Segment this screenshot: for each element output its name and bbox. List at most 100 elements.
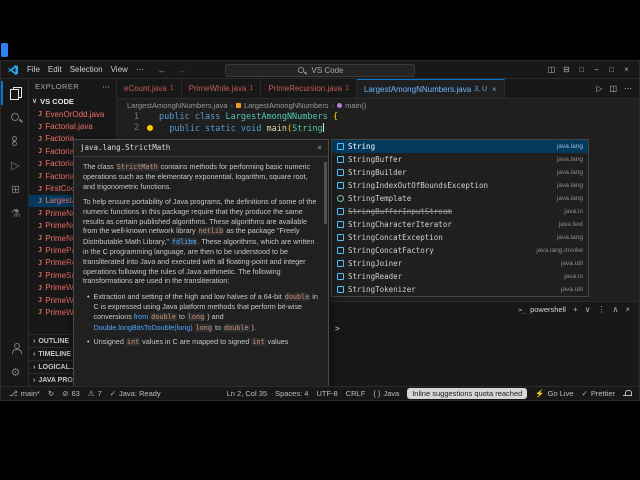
doc-link[interactable]: fdlibm	[170, 237, 198, 246]
search-icon	[298, 66, 306, 74]
section-label: TIMELINE	[38, 350, 72, 358]
suggest-label: StringBufferInputStream	[348, 207, 452, 216]
menu-item[interactable]: Edit	[44, 65, 66, 74]
status-item[interactable]: ⎇ main*	[5, 389, 44, 398]
status-item[interactable]: ⚡ Go Live	[531, 389, 577, 398]
suggest-item[interactable]: StringJoiner java.util	[332, 257, 588, 270]
suggest-detail: java.lang	[556, 195, 583, 202]
breadcrumb-item[interactable]: main()	[345, 101, 366, 110]
status-item[interactable]: Inline suggestions quota reached	[407, 388, 528, 399]
breadcrumb-item[interactable]: LargestAmongNNumbers.java	[127, 101, 227, 110]
java-file-icon: J	[38, 246, 43, 255]
tab-problems-badge: 3, U	[474, 85, 488, 93]
toggle-sidebar-icon[interactable]: ◫	[544, 65, 559, 74]
popup-scrollbar[interactable]	[324, 162, 327, 224]
status-item[interactable]: Spaces: 4	[271, 389, 312, 398]
close-icon[interactable]: ×	[317, 143, 322, 153]
suggest-item[interactable]: StringIndexOutOfBoundsException java.lang	[332, 179, 588, 192]
file-item[interactable]: J Factorial.java	[29, 120, 116, 132]
code-token: public static void	[159, 124, 267, 134]
menu-item[interactable]: ⋯	[132, 65, 148, 74]
status-item[interactable]	[619, 389, 635, 398]
chevron-up-icon[interactable]: ∧	[612, 305, 618, 314]
suggest-item[interactable]: StringConcatFactory java.lang.invoke	[332, 244, 588, 257]
run-icon[interactable]: ▷	[596, 84, 602, 93]
menu-item[interactable]: View	[107, 65, 132, 74]
status-item[interactable]: ⚠ 7	[84, 389, 106, 398]
tab[interactable]: PrimeRecursion.java 1	[261, 79, 358, 98]
nav-back-icon[interactable]: ←	[156, 65, 168, 75]
activity-item-account[interactable]	[1, 336, 28, 360]
status-label: Spaces: 4	[275, 389, 309, 398]
status-item[interactable]: ✓ Prettier	[578, 389, 619, 398]
suggest-item[interactable]: StringReader java.io	[332, 270, 588, 283]
bullet-marker: •	[87, 337, 90, 347]
code-editor[interactable]: 1 public class LargestAmongNNumbers {2 pu…	[117, 111, 639, 135]
suggest-item[interactable]: StringTemplate java.lang	[332, 192, 588, 205]
activity-item-testing[interactable]: ⚗	[1, 201, 28, 225]
inline-code: double	[223, 323, 250, 332]
doc-paragraph: The class StrictMath contains methods fo…	[83, 162, 319, 192]
doc-link[interactable]: Double.longBitsToDouble(long)	[94, 323, 193, 332]
breadcrumb-item[interactable]: LargestAmongNNumbers	[244, 101, 329, 110]
status-item[interactable]: UTF-8	[312, 389, 341, 398]
suggest-detail: java.text	[558, 221, 583, 228]
status-label: UTF-8	[316, 389, 338, 398]
activity-item-settings[interactable]: ⚙	[1, 360, 28, 384]
lightbulb-icon[interactable]	[147, 125, 153, 131]
status-item[interactable]: { } Java	[369, 389, 403, 398]
menu-item[interactable]: Selection	[66, 65, 107, 74]
command-center[interactable]: VS Code	[225, 63, 415, 77]
close-icon[interactable]: ×	[625, 305, 630, 314]
status-item[interactable]: CRLF	[342, 389, 370, 398]
activity-item-extensions[interactable]: ⊞	[1, 177, 28, 201]
tab[interactable]: LargestAmongNNumbers.java 3, U ×	[357, 79, 505, 98]
file-item[interactable]: J EvenOrOdd.java	[29, 108, 116, 120]
more-actions-icon[interactable]: ⋯	[624, 84, 632, 93]
kebab-icon[interactable]: ⋮	[597, 305, 605, 314]
bell-icon	[623, 389, 632, 398]
close-icon[interactable]: ×	[492, 85, 497, 94]
activity-item-search[interactable]	[1, 105, 28, 129]
menu-item[interactable]: File	[23, 65, 44, 74]
activity-item-explorer[interactable]	[1, 81, 28, 105]
suggest-item[interactable]: StringBufferInputStream java.io	[332, 205, 588, 218]
customize-layout-icon[interactable]: □	[574, 65, 589, 74]
file-name: PrimeNu	[45, 233, 77, 243]
suggest-item[interactable]: StringBuilder java.lang	[332, 166, 588, 179]
ok-icon: ✓	[109, 389, 116, 398]
status-item[interactable]: ⊘ 63	[58, 389, 84, 398]
suggest-detail: java.lang	[556, 169, 583, 176]
minimize-icon[interactable]: −	[589, 65, 604, 74]
nav-forward-icon[interactable]: →	[176, 65, 188, 75]
file-name: Factoria	[45, 159, 75, 169]
suggest-item[interactable]: String java.lang	[332, 140, 588, 153]
suggest-item[interactable]: StringCharacterIterator java.text	[332, 218, 588, 231]
activity-item-source-control[interactable]	[1, 129, 28, 153]
suggest-item[interactable]: StringTokenizer java.util	[332, 283, 588, 296]
status-item[interactable]: ↻	[44, 389, 58, 398]
more-actions-icon[interactable]: ⋯	[102, 82, 110, 91]
status-item[interactable]: Ln 2, Col 35	[223, 389, 271, 398]
folder-section-header[interactable]: ∨ VS CODE	[29, 94, 116, 108]
toggle-panel-icon[interactable]: ⊟	[559, 65, 574, 74]
chevron-down-icon[interactable]: ∨	[585, 305, 591, 314]
tab[interactable]: eCount.java 1	[117, 79, 182, 98]
status-bar-right: Ln 2, Col 35 Spaces: 4 UTF-8 CRLF{ } Java Inl…	[223, 388, 635, 399]
suggest-item[interactable]: StringBuffer java.lang	[332, 153, 588, 166]
breadcrumb[interactable]: LargestAmongNNumbers.java › LargestAmongNN…	[117, 99, 639, 111]
terminal-icon: >_	[518, 305, 527, 314]
split-editor-icon[interactable]: ◫	[609, 84, 617, 93]
java-file-icon: J	[38, 110, 43, 119]
close-icon[interactable]: ×	[619, 65, 634, 74]
tab[interactable]: PrimeWhile.java 1	[181, 79, 262, 98]
text-cursor	[322, 123, 324, 132]
suggest-item[interactable]: StringConcatException java.lang	[332, 231, 588, 244]
terminal-tab[interactable]: >_ powershell	[518, 305, 566, 314]
status-item[interactable]: ✓ Java: Ready	[106, 389, 165, 398]
java-file-icon: J	[38, 196, 43, 205]
maximize-icon[interactable]: □	[604, 65, 619, 74]
new-terminal-icon[interactable]: +	[573, 305, 578, 314]
doc-link[interactable]: from	[134, 312, 148, 321]
activity-item-run-debug[interactable]: ▷	[1, 153, 28, 177]
